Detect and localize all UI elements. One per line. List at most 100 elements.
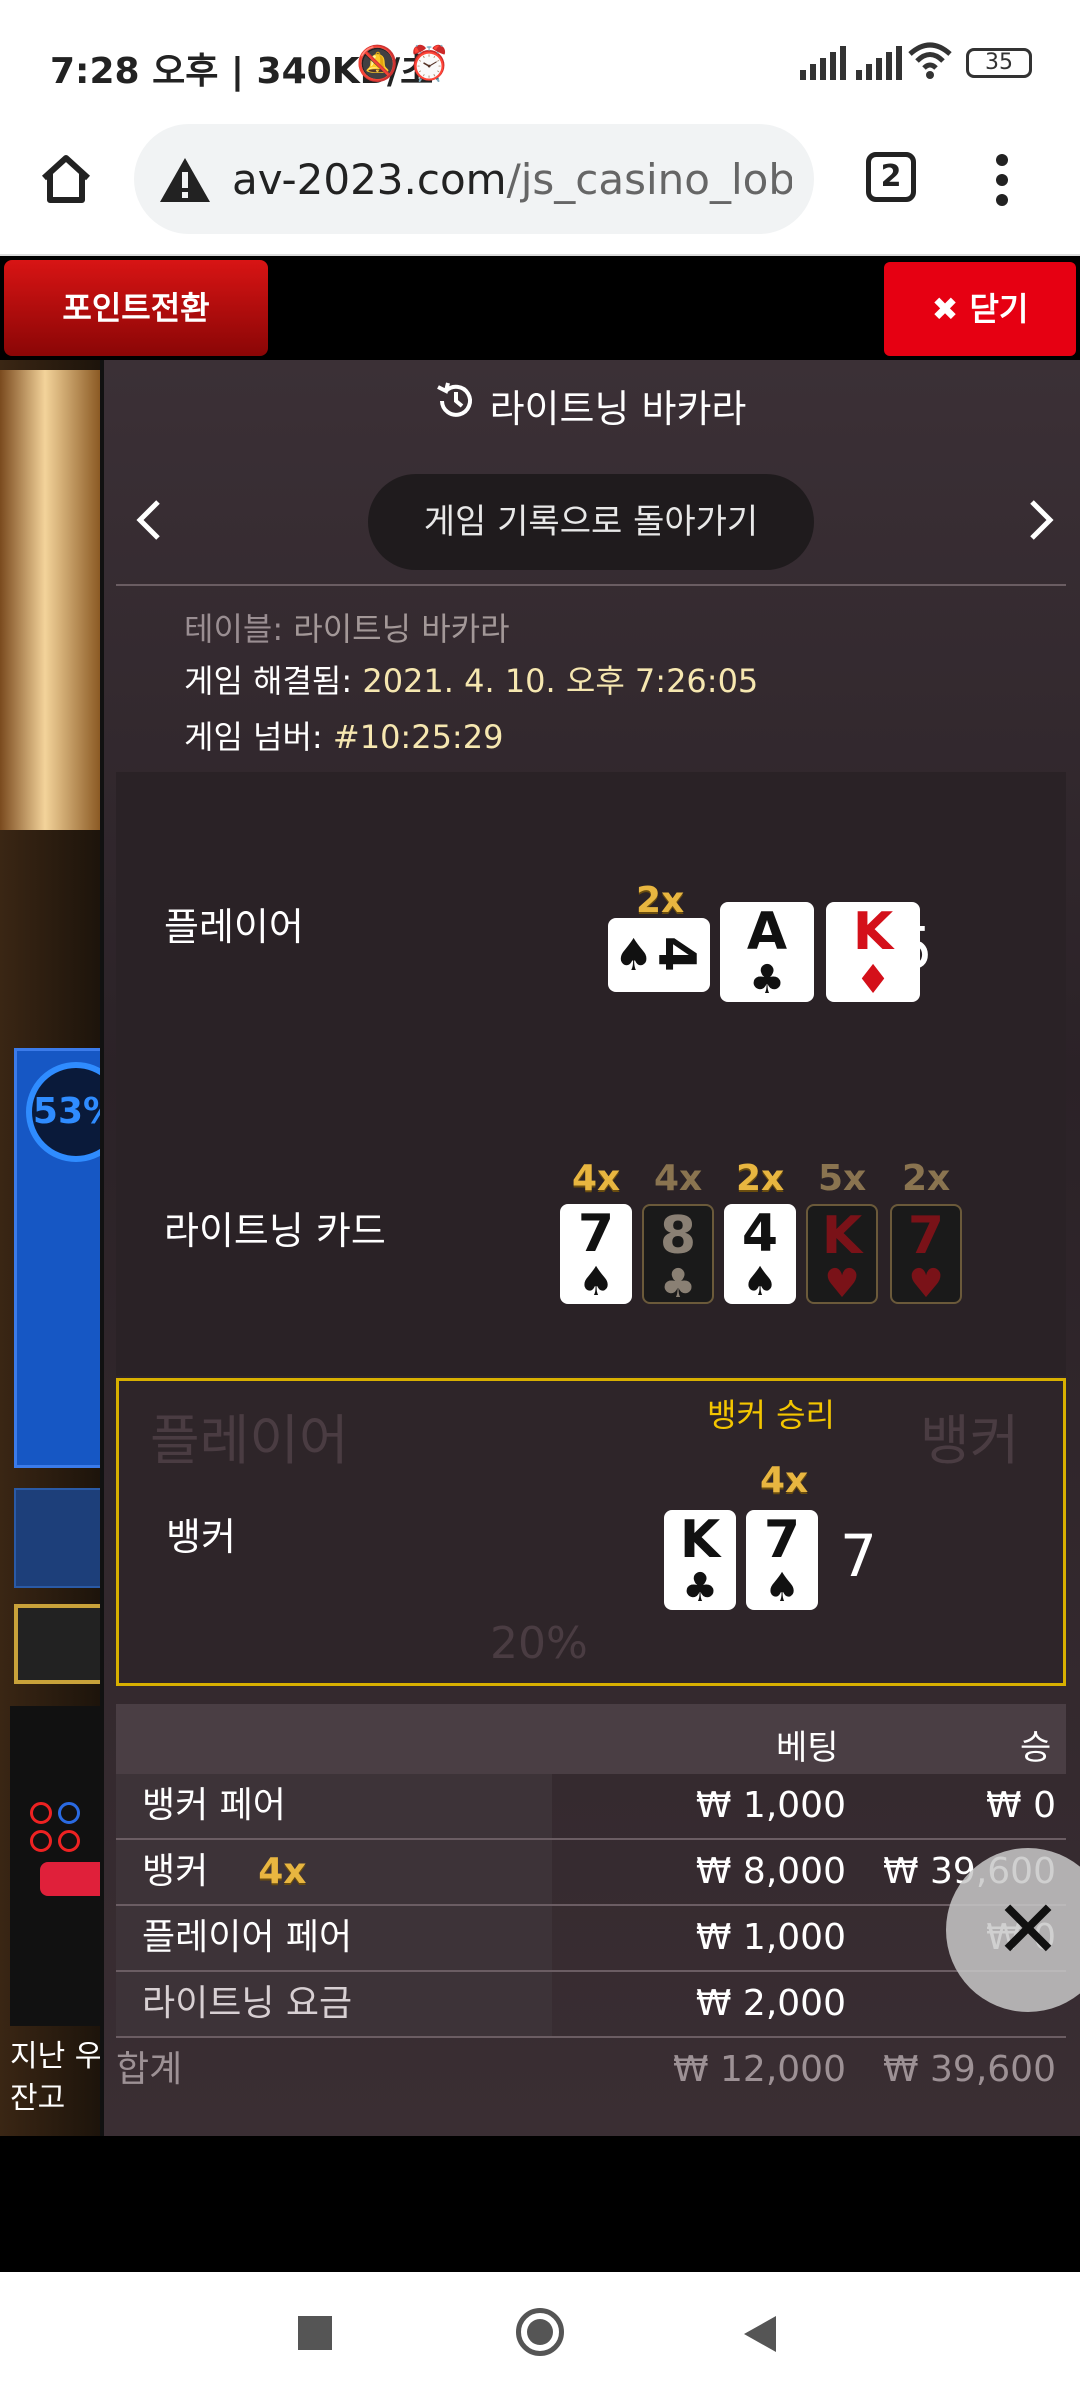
modal-title: 라이트닝 바카라 (100, 378, 1080, 433)
chevron-right-icon[interactable] (1010, 490, 1070, 550)
bets-header: 베팅 승 (116, 1704, 1066, 1774)
card-rank: 4 (741, 1204, 779, 1264)
card-rank: 7 (907, 1206, 945, 1266)
mute-icon: 🔕 (356, 44, 399, 84)
banker-total: 7 (840, 1522, 877, 1590)
bets-header-win: 승 (1020, 1728, 1052, 1768)
lightning-mult-4: 5x (818, 1158, 867, 1199)
bet-name: 뱅커 4x (116, 1840, 552, 1904)
player-total: 5 (896, 914, 933, 982)
bet-amount: ₩ 1,000 (695, 1917, 846, 1958)
banker-card-1: K ♣ (664, 1510, 736, 1610)
home-button-icon[interactable] (516, 2308, 564, 2356)
bet-row: 플레이어 페어 ₩ 1,000 ₩ 0 (116, 1906, 1066, 1972)
lightning-mult-5: 2x (902, 1158, 951, 1199)
balance-info: 지난 우 잔고 (10, 2036, 102, 2120)
bet-amount: ₩ 1,000 (695, 1785, 846, 1826)
divider (116, 584, 1066, 586)
total-label: 합계 (116, 2049, 183, 2090)
lightning-label: 라이트닝 카드 (164, 1209, 386, 1253)
lightning-mult-3: 2x (736, 1158, 785, 1199)
info-resolved: 게임 해결됨: 2021. 4. 10. 오후 7:26:05 (184, 662, 759, 700)
back-to-history-button[interactable]: 게임 기록으로 돌아가기 (368, 474, 814, 570)
lightning-mult-2: 4x (654, 1158, 703, 1199)
signal-icon (800, 46, 846, 80)
player-card-1: ♠ 4 (608, 918, 710, 992)
warning-icon[interactable] (158, 156, 212, 208)
alarm-icon: ⏰ (408, 44, 451, 84)
card-rank: 7 (763, 1510, 801, 1570)
lightning-card-5: 7 ♥ (890, 1204, 962, 1304)
history-icon (434, 379, 478, 432)
balance-label: 잔고 (10, 2081, 66, 2116)
card-rank: 7 (577, 1204, 615, 1264)
banker-multiplier: 4x (760, 1460, 809, 1501)
signal-icon (856, 46, 902, 80)
tabs-icon[interactable]: 2 (866, 152, 916, 202)
battery-level: 35 (985, 50, 1013, 75)
bet-row: 뱅커4x ₩ 8,000 ₩ 39,600 (116, 1840, 1066, 1906)
bet-row: 라이트닝 요금 ₩ 2,000 (116, 1972, 1066, 2038)
more-vert-icon[interactable] (996, 154, 1010, 206)
bet-amount: ₩ 8,000 (695, 1851, 846, 1892)
info-game-number: 게임 넘버: #10:25:29 (184, 718, 504, 756)
recents-icon[interactable] (298, 2316, 332, 2350)
bet-name: 라이트닝 요금 (116, 1972, 552, 2036)
card-suit: ♠ (578, 1259, 614, 1305)
card-rank: 4 (646, 935, 707, 973)
url-text[interactable]: av-2023.com/js_casino_lobb (232, 155, 792, 204)
close-button[interactable]: ✖ 닫기 (884, 262, 1076, 356)
bet-multiplier: 4x (258, 1851, 307, 1892)
lightning-card-2: 8 ♣ (642, 1204, 714, 1304)
card-suit: ♣ (749, 957, 785, 1003)
bet-row: 뱅커 페어 ₩ 1,000 ₩ 0 (116, 1774, 1066, 1840)
last-win-label: 지난 우 (10, 2039, 103, 2074)
card-rank: 8 (659, 1206, 697, 1266)
total-bet: ₩ 12,000 (672, 2049, 846, 2090)
player-card-2: A ♣ (720, 902, 814, 1002)
tab-count: 2 (880, 159, 902, 194)
android-nav-bar (0, 2272, 1080, 2400)
player-multiplier: 2x (636, 880, 685, 921)
bet-total-row: 합계 ₩ 12,000 ₩ 39,600 (116, 2038, 1066, 2104)
back-icon[interactable] (742, 2314, 778, 2358)
bg-ghost-text: 20% (490, 1618, 588, 1669)
lightning-card-3: 4 ♠ (724, 1204, 796, 1304)
home-icon[interactable] (38, 152, 94, 210)
bet-spot[interactable] (14, 1604, 104, 1684)
point-convert-button[interactable]: 포인트전환 (4, 260, 268, 356)
info-table: 테이블: 라이트닝 바카라 (184, 610, 510, 648)
player-label: 플레이어 (164, 905, 304, 949)
battery-icon: 35 (966, 48, 1032, 78)
card-rank: K (679, 1510, 721, 1570)
wifi-icon (908, 40, 952, 84)
card-suit: ♥ (824, 1261, 860, 1307)
bet-name: 플레이어 페어 (116, 1906, 552, 1970)
chevron-left-icon[interactable] (120, 490, 180, 550)
bet-spot[interactable] (14, 1488, 104, 1588)
card-suit: ♥ (908, 1261, 944, 1307)
lightning-card-4: K ♥ (806, 1204, 878, 1304)
black-band (0, 2136, 1080, 2272)
win-amount: ₩ 0 (986, 1785, 1056, 1826)
bet-name: 뱅커 페어 (116, 1774, 552, 1838)
card-suit: ♣ (660, 1261, 696, 1307)
banker-card-2: 7 ♠ (746, 1510, 818, 1610)
lightning-mult-1: 4x (572, 1158, 621, 1199)
lightning-card-1: 7 ♠ (560, 1204, 632, 1304)
background-lamp (0, 370, 100, 830)
bets-table: 베팅 승 뱅커 페어 ₩ 1,000 ₩ 0 뱅커4x ₩ 8,000 ₩ 39… (116, 1704, 1066, 2104)
bet-amount: ₩ 2,000 (695, 1983, 846, 2024)
bets-header-bet: 베팅 (776, 1728, 839, 1768)
total-win: ₩ 39,600 (882, 2049, 1056, 2090)
card-rank: A (746, 902, 788, 962)
banker-label: 뱅커 (166, 1515, 236, 1559)
modal-title-text: 라이트닝 바카라 (489, 387, 747, 431)
road-scoreboard (10, 1706, 110, 2026)
card-suit: ♣ (682, 1565, 718, 1611)
card-rank: K (821, 1206, 863, 1266)
status-bar: 7:28 오후 | 340KB/초 🔕 ⏰ 35 (0, 0, 1080, 122)
banker-win-label: 뱅커 승리 (707, 1396, 835, 1434)
card-suit: ♠ (742, 1259, 778, 1305)
card-suit: ♠ (764, 1565, 800, 1611)
